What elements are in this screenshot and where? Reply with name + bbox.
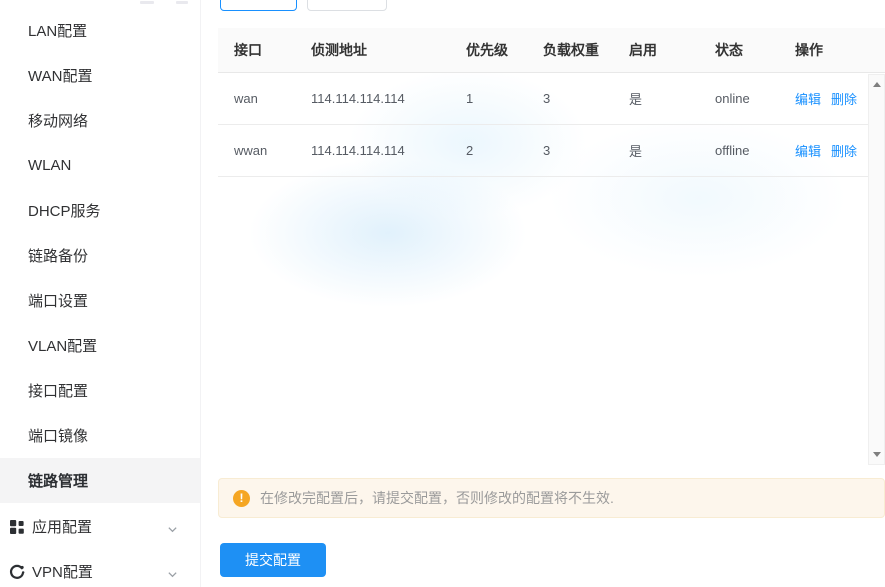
vpn-icon [8, 563, 25, 580]
column-header-probe-address: 侦测地址 [295, 40, 450, 60]
cell-priority: 1 [450, 91, 527, 106]
cell-load-weight: 3 [527, 143, 613, 158]
table-row: wwan 114.114.114.114 2 3 是 offline 编辑删除 [218, 125, 885, 177]
background-watermark [248, 158, 528, 308]
column-header-enabled: 启用 [613, 40, 699, 60]
cell-interface: wan [218, 91, 295, 106]
sidebar: LAN配置 WAN配置 移动网络 WLAN DHCP服务 链路备份 端口设置 V… [0, 0, 201, 587]
sidebar-item-interface-config[interactable]: 接口配置 [0, 368, 200, 413]
sidebar-group-app-config[interactable]: 应用配置 [0, 504, 200, 549]
delete-link[interactable]: 删除 [831, 144, 857, 159]
cell-status: online [699, 91, 779, 106]
app-grid-icon [8, 518, 25, 535]
sidebar-menu: LAN配置 WAN配置 移动网络 WLAN DHCP服务 链路备份 端口设置 V… [0, 8, 200, 503]
edit-link[interactable]: 编辑 [795, 92, 821, 107]
sidebar-item-wan-config[interactable]: WAN配置 [0, 53, 200, 98]
sidebar-item-port-settings[interactable]: 端口设置 [0, 278, 200, 323]
chevron-down-icon [167, 522, 178, 533]
cell-load-weight: 3 [527, 91, 613, 106]
column-header-load-weight: 负载权重 [527, 40, 613, 60]
table-header-row: 接口 侦测地址 优先级 负载权重 启用 状态 操作 [218, 28, 885, 73]
column-header-status: 状态 [699, 40, 779, 60]
alert-message: 在修改完配置后，请提交配置，否则修改的配置将不生效. [260, 488, 614, 508]
sidebar-item-mobile-network[interactable]: 移动网络 [0, 98, 200, 143]
cell-enabled: 是 [613, 141, 699, 160]
top-button-secondary-clipped[interactable] [307, 0, 387, 11]
cell-probe-address: 114.114.114.114 [295, 143, 450, 158]
scroll-up-arrow-icon[interactable] [873, 82, 881, 87]
delete-link[interactable]: 删除 [831, 92, 857, 107]
sidebar-item-vlan-config[interactable]: VLAN配置 [0, 323, 200, 368]
table-row: wan 114.114.114.114 1 3 是 online 编辑删除 [218, 73, 885, 125]
sidebar-item-port-mirroring[interactable]: 端口镜像 [0, 413, 200, 458]
sidebar-item-wlan[interactable]: WLAN [0, 143, 200, 188]
cell-interface: wwan [218, 143, 295, 158]
edit-link[interactable]: 编辑 [795, 144, 821, 159]
sidebar-group-label: VPN配置 [32, 561, 93, 582]
link-management-page: LAN配置 WAN配置 移动网络 WLAN DHCP服务 链路备份 端口设置 V… [0, 0, 885, 587]
sidebar-item-link-management[interactable]: 链路管理 [0, 458, 200, 503]
sidebar-item-lan-config[interactable]: LAN配置 [0, 8, 200, 53]
sidebar-item-dhcp-service[interactable]: DHCP服务 [0, 188, 200, 233]
exclamation-circle-icon: ! [233, 490, 250, 507]
cell-enabled: 是 [613, 89, 699, 108]
column-header-priority: 优先级 [450, 40, 527, 60]
cell-status: offline [699, 143, 779, 158]
chevron-down-icon [167, 567, 178, 578]
sidebar-item-link-backup[interactable]: 链路备份 [0, 233, 200, 278]
scroll-down-arrow-icon[interactable] [873, 452, 881, 457]
column-header-interface: 接口 [218, 40, 295, 60]
submit-warning-alert: ! 在修改完配置后，请提交配置，否则修改的配置将不生效. [218, 478, 885, 518]
clipped-menu-item-remnant [140, 1, 195, 5]
table-scrollbar[interactable] [868, 74, 885, 465]
link-table: 接口 侦测地址 优先级 负载权重 启用 状态 操作 wan 114.114.11… [218, 28, 885, 465]
column-header-actions: 操作 [779, 40, 885, 60]
cell-priority: 2 [450, 143, 527, 158]
sidebar-group-vpn-config[interactable]: VPN配置 [0, 549, 200, 587]
cell-probe-address: 114.114.114.114 [295, 91, 450, 106]
submit-config-button[interactable]: 提交配置 [220, 543, 326, 577]
top-button-primary-clipped[interactable] [220, 0, 297, 11]
sidebar-group-label: 应用配置 [32, 516, 92, 537]
